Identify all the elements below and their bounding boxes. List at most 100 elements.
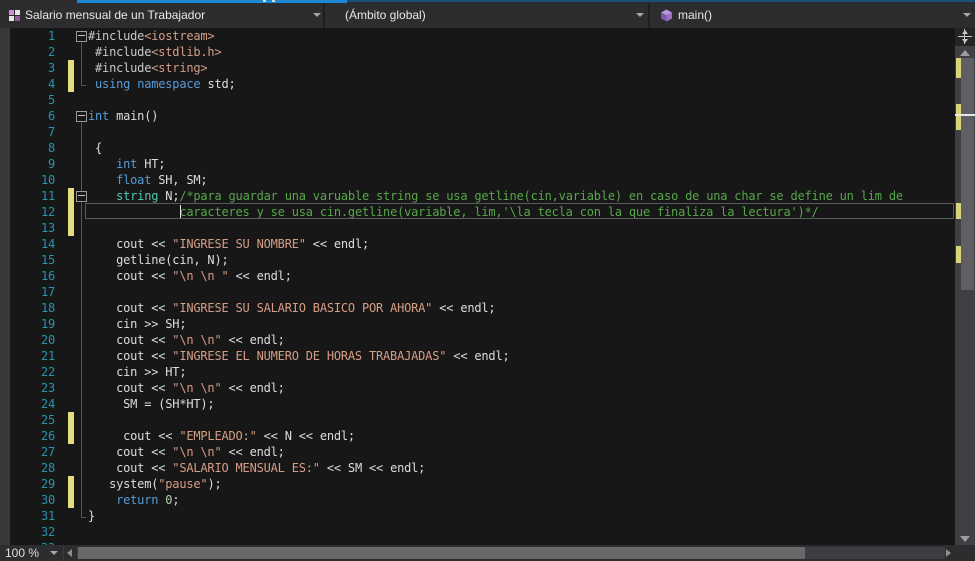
code-line[interactable]: { — [88, 140, 102, 156]
change-bar — [68, 476, 74, 492]
change-bar — [68, 60, 74, 76]
code-editor[interactable]: 1 2 3 4 5 6 7 8 9 10 11 12 13 14 15 16 17 18 19 20 21 22 23 24 2… — [0, 28, 955, 545]
line-number: 22 — [40, 365, 55, 379]
line-number: 13 — [40, 221, 55, 235]
scrollbar-corner — [955, 545, 975, 561]
changed-line-mark — [956, 203, 961, 219]
code-line[interactable]: cin >> HT; — [88, 364, 186, 380]
outline-guide-includes — [81, 41, 86, 86]
line-number: 11 — [40, 189, 55, 203]
comment-region-outline — [85, 203, 954, 219]
code-line[interactable]: cin >> SH; — [88, 316, 186, 332]
changed-line-mark — [956, 104, 961, 130]
line-number: 8 — [47, 141, 55, 155]
scroll-down-button[interactable] — [955, 532, 975, 545]
vertical-scrollbar[interactable] — [955, 28, 975, 545]
line-number: 30 — [40, 493, 55, 507]
line-number: 1 — [47, 29, 55, 43]
code-line[interactable]: cout << "SALARIO MENSUAL ES:" << SM << e… — [88, 460, 425, 476]
line-number: 6 — [47, 109, 55, 123]
line-number: 16 — [40, 269, 55, 283]
horizontal-scrollbar-thumb[interactable] — [78, 547, 805, 559]
arrow-down-icon — [960, 536, 970, 542]
editor-bottom-bar: 100 % — [0, 545, 975, 561]
member-dropdown[interactable]: main() — [652, 3, 975, 28]
code-line[interactable]: int HT; — [88, 156, 165, 172]
line-number: 27 — [40, 445, 55, 459]
code-line[interactable]: return 0; — [88, 492, 179, 508]
split-editor-handle[interactable] — [955, 28, 975, 46]
code-line[interactable]: system("pause"); — [88, 476, 222, 492]
code-line[interactable]: #include<string> — [88, 60, 208, 76]
cpp-file-icon — [9, 10, 20, 21]
fold-collapse-box[interactable] — [76, 191, 87, 202]
vertical-scrollbar-thumb[interactable] — [961, 58, 974, 290]
code-line[interactable]: int main() — [88, 108, 158, 124]
change-bar — [68, 76, 74, 92]
line-number: 32 — [40, 525, 55, 539]
tab-pin-icon — [272, 0, 275, 2]
line-number: 20 — [40, 333, 55, 347]
chevron-down-icon[interactable] — [636, 13, 644, 17]
code-line[interactable]: cout << "INGRESE EL NUMERO DE HORAS TRAB… — [88, 348, 510, 364]
code-line[interactable]: cout << "\n \n " << endl; — [88, 268, 292, 284]
chevron-down-icon[interactable] — [313, 13, 321, 17]
navigation-bar: Salario mensual de un Trabajador (Ámbito… — [0, 3, 975, 28]
horizontal-scrollbar[interactable] — [77, 547, 945, 559]
change-bar — [68, 412, 74, 428]
code-line[interactable]: using namespace std; — [88, 76, 236, 92]
line-number: 5 — [47, 93, 55, 107]
zoom-level-value: 100 % — [5, 546, 40, 560]
change-bar — [68, 204, 74, 220]
line-number: 18 — [40, 301, 55, 315]
scope-dropdown-label: (Ámbito global) — [345, 8, 426, 22]
fold-collapse-box[interactable] — [76, 31, 87, 42]
code-line[interactable]: cout << "\n \n" << endl; — [88, 332, 285, 348]
line-number: 14 — [40, 237, 55, 251]
changed-line-mark — [956, 58, 961, 78]
member-dropdown-label: main() — [678, 8, 713, 22]
code-line[interactable]: cout << "INGRESE SU SALARIO BASICO POR A… — [88, 300, 496, 316]
fold-collapse-box[interactable] — [76, 111, 87, 122]
scroll-right-button[interactable] — [946, 549, 951, 557]
code-line[interactable]: cout << "INGRESE SU NOMBRE" << endl; — [88, 236, 369, 252]
line-number: 23 — [40, 381, 55, 395]
code-line[interactable]: SM = (SH*HT); — [88, 396, 215, 412]
line-number: 21 — [40, 349, 55, 363]
code-line[interactable]: } — [88, 508, 95, 524]
scroll-left-button[interactable] — [67, 549, 72, 557]
ide-window: Salario mensual de un Trabajador (Ámbito… — [0, 0, 975, 561]
code-line[interactable]: cout << "EMPLEADO:" << N << endl; — [88, 428, 355, 444]
tab-strip-line — [347, 0, 975, 2]
line-number: 9 — [47, 157, 55, 171]
line-number: 3 — [47, 61, 55, 75]
chevron-down-icon[interactable] — [50, 551, 58, 555]
document-dropdown-label: Salario mensual de un Trabajador — [25, 8, 206, 22]
code-line[interactable]: cout << "\n \n" << endl; — [88, 380, 285, 396]
line-number: 10 — [40, 173, 55, 187]
chevron-down-icon[interactable] — [963, 13, 971, 17]
code-line[interactable]: float SH, SM; — [88, 172, 208, 188]
line-number: 26 — [40, 429, 55, 443]
code-line[interactable]: getline(cin, N); — [88, 252, 229, 268]
code-line[interactable]: string N;/*para guardar una varuable str… — [88, 188, 903, 204]
zoom-level-dropdown[interactable]: 100 % — [0, 545, 64, 561]
line-number: 25 — [40, 413, 55, 427]
document-dropdown[interactable]: Salario mensual de un Trabajador — [2, 3, 325, 28]
outline-guide-main — [81, 121, 86, 518]
change-bar — [68, 220, 74, 236]
line-number: 24 — [40, 397, 55, 411]
code-line[interactable]: #include<stdlib.h> — [88, 44, 222, 60]
change-bar — [68, 428, 74, 444]
code-line[interactable]: #include<iostream> — [88, 28, 215, 44]
line-number: 28 — [40, 461, 55, 475]
line-number: 7 — [47, 125, 55, 139]
arrow-up-icon — [960, 50, 970, 56]
method-cube-icon — [661, 9, 672, 22]
line-number: 31 — [40, 509, 55, 523]
scope-dropdown[interactable]: (Ámbito global) — [327, 3, 650, 28]
line-number: 17 — [40, 285, 55, 299]
line-number: 19 — [40, 317, 55, 331]
changed-line-mark — [956, 246, 961, 263]
code-line[interactable]: cout << "\n \n" << endl; — [88, 444, 285, 460]
